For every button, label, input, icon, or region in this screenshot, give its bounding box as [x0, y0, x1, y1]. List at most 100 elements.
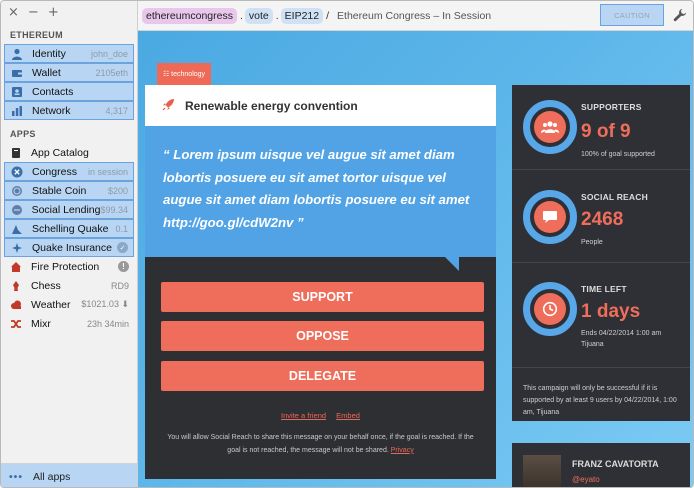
profile-handle[interactable]: @eyato [572, 475, 600, 484]
maximize-window-icon[interactable]: + [48, 6, 59, 20]
shuffle-icon [9, 317, 23, 331]
sidebar-item-meta: 4,317 [105, 105, 128, 116]
reach-label: SOCIAL REACH [581, 192, 648, 202]
breadcrumb-contract[interactable]: ethereumcongress [142, 7, 237, 24]
sidebar-item-label: Chess [31, 279, 61, 292]
sidebar-item-meta: in session [87, 166, 128, 177]
sidebar-item-wallet[interactable]: Wallet 2105eth [4, 63, 134, 82]
sidebar-item-network[interactable]: Network 4,317 [4, 101, 134, 120]
share-notice: You will allow Social Reach to share thi… [163, 432, 478, 457]
supporters-sub: 100% of goal supported [581, 151, 655, 158]
rocket-icon [162, 98, 175, 114]
proposal-title: Renewable energy convention [185, 98, 358, 113]
sidebar-item-app-catalog[interactable]: App Catalog [4, 143, 134, 162]
reach-sub: People [581, 239, 603, 246]
fire-icon [9, 260, 23, 274]
sidebar-item-quake-insurance[interactable]: Quake Insurance ✓ [4, 238, 134, 257]
congress-icon [10, 165, 24, 179]
catalog-icon [9, 146, 23, 160]
sidebar-item-label: Fire Protection [31, 260, 100, 273]
alert-badge-icon: ! [118, 261, 129, 272]
sidebar-item-meta: john_doe [90, 48, 128, 59]
sidebar-item-label: Schelling Quake [32, 222, 109, 235]
minimize-window-icon[interactable]: − [28, 6, 39, 20]
check-badge-icon: ✓ [117, 242, 128, 253]
contacts-icon [10, 85, 24, 99]
wrench-icon[interactable] [672, 7, 688, 23]
stat-social-reach: SOCIAL REACH 2468 People [512, 171, 690, 263]
sidebar-item-label: Network [32, 104, 71, 117]
coin-icon [10, 184, 24, 198]
invite-friend-link[interactable]: Invite a friend [281, 411, 326, 420]
profile-name: FRANZ CAVATORTA [572, 459, 659, 469]
sidebar-item-label: App Catalog [31, 146, 89, 159]
sidebar-item-label: Quake Insurance [32, 241, 112, 254]
embed-link[interactable]: Embed [336, 411, 360, 420]
sidebar-item-label: Mixr [31, 317, 51, 330]
avatar [523, 455, 561, 487]
support-button[interactable]: SUPPORT [161, 282, 484, 312]
person-icon [10, 47, 24, 61]
sidebar-item-meta: $200 [107, 185, 128, 196]
proposal-quote: “ Lorem ipsum uisque vel augue sit amet … [145, 126, 496, 257]
sidebar-item-social-lending[interactable]: Social Lending $99.34 [4, 200, 134, 219]
breadcrumb-separator: . [239, 9, 243, 22]
sidebar-item-label: Congress [32, 165, 77, 178]
clock-icon [534, 293, 566, 325]
sidebar-item-stable-coin[interactable]: Stable Coin $200 [4, 181, 134, 200]
sidebar-item-congress[interactable]: Congress in session [4, 162, 134, 181]
time-label: TIME LEFT [581, 284, 627, 294]
address-bar: ethereumcongress . vote . EIP212 / Ether… [138, 1, 693, 31]
sidebar-item-meta: $1021.03 ⬇ [81, 299, 129, 309]
sidebar-item-identity[interactable]: Identity john_doe [4, 44, 134, 63]
supporters-ring [523, 100, 577, 154]
notice-text: You will allow Social Reach to share thi… [167, 434, 474, 454]
window-controls: × − + [1, 1, 137, 25]
bar-chart-icon [10, 104, 24, 118]
sidebar-item-label: Contacts [32, 85, 74, 98]
reach-ring [523, 190, 577, 244]
delegate-button[interactable]: DELEGATE [161, 361, 484, 391]
category-tag[interactable]: ☷ technology [157, 63, 211, 85]
insurance-icon [10, 241, 24, 255]
chat-bubble-icon [534, 201, 566, 233]
sidebar-item-contacts[interactable]: Contacts [4, 82, 134, 101]
sidebar-item-meta: 23h 34min [86, 318, 129, 329]
sidebar-item-schelling-quake[interactable]: Schelling Quake 0.1 [4, 219, 134, 238]
sidebar-item-meta: RD9 [110, 280, 129, 291]
time-value: 1 days [581, 301, 641, 322]
sidebar-item-chess[interactable]: Chess RD9 [4, 276, 134, 295]
chess-icon [9, 279, 23, 293]
breadcrumb-argument[interactable]: EIP212 [280, 7, 324, 24]
campaign-note: This campaign will only be successful if… [523, 385, 677, 416]
all-apps-button[interactable]: ••• All apps [1, 463, 137, 487]
time-sub: Ends 04/22/2014 1:00 am Tijuana [581, 330, 662, 348]
section-heading-apps: APPS [10, 129, 36, 139]
quake-icon [10, 222, 24, 236]
page-title: Ethereum Congress – In Session [337, 9, 492, 22]
stats-panel: SUPPORTERS 9 of 9 100% of goal supported… [512, 85, 690, 421]
section-heading-ethereum: ETHEREUM [10, 30, 63, 40]
time-ring [523, 282, 577, 336]
sidebar-item-meta: $99.34 [100, 204, 128, 215]
vote-panel: SUPPORT OPPOSE DELEGATE Invite a friend … [145, 257, 496, 479]
stat-time-left: TIME LEFT 1 days Ends 04/22/2014 1:00 am… [512, 264, 690, 368]
profile-card[interactable]: FRANZ CAVATORTA @eyato [512, 443, 690, 487]
sidebar-item-mixr[interactable]: Mixr 23h 34min [4, 314, 134, 333]
supporters-label: SUPPORTERS [581, 102, 642, 112]
close-window-icon[interactable]: × [8, 6, 19, 20]
speech-notch [445, 257, 459, 271]
main-content: ☷ technology Renewable energy convention… [138, 31, 693, 487]
privacy-link[interactable]: Privacy [391, 447, 414, 454]
reach-value: 2468 [581, 209, 624, 230]
sidebar-item-meta: 0.1 [115, 223, 128, 234]
oppose-button[interactable]: OPPOSE [161, 321, 484, 351]
sidebar-item-weather[interactable]: Weather $1021.03 ⬇ [4, 295, 134, 314]
caution-badge[interactable]: CAUTION [600, 4, 664, 26]
stat-supporters: SUPPORTERS 9 of 9 100% of goal supported [512, 85, 690, 170]
sidebar-item-fire-protection[interactable]: Fire Protection ! [4, 257, 134, 276]
sidebar-item-meta: 2105eth [95, 67, 128, 78]
lending-icon [10, 203, 24, 217]
sidebar: × − + ETHEREUM Identity john_doe Wallet … [1, 1, 138, 487]
breadcrumb-function[interactable]: vote [244, 7, 273, 24]
